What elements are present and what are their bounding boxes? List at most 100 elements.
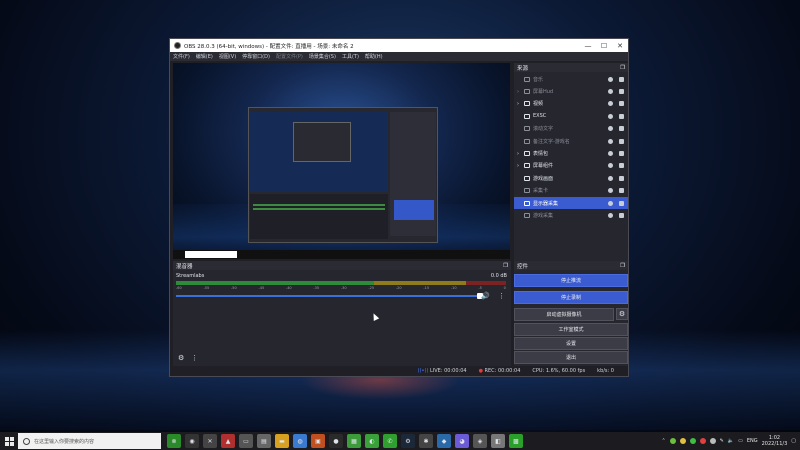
app-icon[interactable]: ▤: [257, 434, 271, 448]
minimize-button[interactable]: —: [580, 39, 596, 52]
pen-icon[interactable]: ✎: [720, 438, 724, 444]
folder-icon[interactable]: ▬: [275, 434, 289, 448]
source-item[interactable]: › 屏幕组件: [514, 160, 628, 172]
lock-icon[interactable]: [619, 200, 624, 206]
speaker-icon[interactable]: 🔊: [481, 292, 490, 300]
eye-icon[interactable]: [608, 101, 613, 107]
more-icon[interactable]: ⋮: [498, 292, 505, 300]
source-item[interactable]: › 屏幕Hud: [514, 85, 628, 97]
eye-icon[interactable]: [608, 126, 613, 132]
menu-view[interactable]: 视图(V): [219, 53, 236, 60]
menu-edit[interactable]: 编辑(E): [196, 53, 213, 60]
lock-icon[interactable]: [619, 126, 624, 132]
speaker-icon[interactable]: 🔈: [728, 438, 734, 444]
notification-icon[interactable]: ▢: [791, 438, 796, 444]
menu-scene-collection[interactable]: 场景集合(S): [309, 53, 336, 60]
lock-icon[interactable]: [619, 113, 624, 119]
lock-icon[interactable]: [619, 101, 624, 107]
source-item[interactable]: 备注文字-游戏名: [514, 135, 628, 147]
eye-icon[interactable]: [608, 188, 613, 194]
chevron-right-icon[interactable]: ›: [517, 151, 522, 157]
xbox-icon[interactable]: ⊗: [167, 434, 181, 448]
discord-icon[interactable]: ◕: [455, 434, 469, 448]
dock-float-icon[interactable]: ❐: [620, 263, 625, 269]
app-icon[interactable]: ◈: [473, 434, 487, 448]
clock[interactable]: 1:02 2022/11/3: [762, 435, 788, 447]
network-icon[interactable]: ▭: [738, 438, 743, 444]
menu-tools[interactable]: 工具(T): [342, 53, 359, 60]
language-indicator[interactable]: ENG: [747, 438, 758, 444]
source-item[interactable]: 滚动文字: [514, 123, 628, 135]
steam-icon[interactable]: ⚙: [401, 434, 415, 448]
app-icon[interactable]: ◐: [365, 434, 379, 448]
maximize-button[interactable]: ☐: [596, 39, 612, 52]
menu-file[interactable]: 文件(F): [173, 53, 190, 60]
menu-docks[interactable]: 停靠窗口(D): [242, 53, 270, 60]
app-icon[interactable]: ✱: [419, 434, 433, 448]
virtual-camera-settings-button[interactable]: ⚙: [616, 308, 628, 320]
stop-record-button[interactable]: 停止录制: [514, 291, 628, 304]
preview-canvas[interactable]: [173, 63, 510, 259]
eye-icon[interactable]: [608, 175, 613, 181]
app-icon[interactable]: ▲: [221, 434, 235, 448]
eye-icon[interactable]: [608, 138, 613, 144]
source-item[interactable]: 音乐: [514, 73, 628, 85]
source-item[interactable]: › 视频: [514, 98, 628, 110]
app-icon[interactable]: ▣: [311, 434, 325, 448]
mixer-menu-icon[interactable]: ⋮: [191, 354, 198, 362]
lock-icon[interactable]: [619, 151, 624, 157]
tray-app-icon[interactable]: [699, 438, 706, 444]
volume-slider[interactable]: [176, 293, 483, 299]
start-button[interactable]: [0, 432, 18, 450]
eye-icon[interactable]: [608, 151, 613, 157]
chrome-icon[interactable]: ◍: [293, 434, 307, 448]
app-icon[interactable]: ◧: [491, 434, 505, 448]
dock-float-icon[interactable]: ❐: [503, 263, 508, 269]
chevron-up-icon[interactable]: ⌃: [661, 438, 665, 444]
lock-icon[interactable]: [619, 76, 624, 82]
obs-active-icon[interactable]: ●: [329, 434, 343, 448]
app-icon[interactable]: ▩: [509, 434, 523, 448]
lock-icon[interactable]: [619, 89, 624, 95]
chevron-right-icon[interactable]: ›: [517, 163, 522, 169]
lock-icon[interactable]: [619, 175, 624, 181]
lock-icon[interactable]: [619, 212, 624, 218]
lock-icon[interactable]: [619, 188, 624, 194]
chevron-right-icon[interactable]: ›: [517, 89, 522, 95]
taskbar-search[interactable]: 在这里输入你要搜索的内容: [18, 433, 161, 449]
source-item[interactable]: 显示器采集: [514, 196, 628, 210]
settings-button[interactable]: 设置: [514, 337, 628, 350]
menu-profile[interactable]: 配置文件(P): [276, 53, 303, 60]
eye-icon[interactable]: [608, 212, 613, 218]
source-item[interactable]: 采集卡: [514, 185, 628, 197]
stop-stream-button[interactable]: 停止推流: [514, 274, 628, 287]
menu-help[interactable]: 帮助(H): [365, 53, 383, 60]
eye-icon[interactable]: [608, 89, 613, 95]
tray-app-icon[interactable]: [709, 438, 716, 444]
tray-app-icon[interactable]: [679, 438, 686, 444]
source-item[interactable]: › 表情包: [514, 147, 628, 159]
tray-app-icon[interactable]: [689, 438, 696, 444]
advanced-audio-icon[interactable]: ⚙: [178, 354, 184, 362]
source-item[interactable]: EXSC: [514, 110, 628, 122]
dock-float-icon[interactable]: ❐: [620, 65, 625, 71]
exit-button[interactable]: 退出: [514, 351, 628, 364]
app-icon[interactable]: ✕: [203, 434, 217, 448]
eye-icon[interactable]: [608, 113, 613, 119]
virtual-camera-button[interactable]: 启动虚拟摄像机: [514, 308, 614, 321]
lock-icon[interactable]: [619, 138, 624, 144]
eye-icon[interactable]: [608, 76, 613, 82]
source-item[interactable]: 游戏画面: [514, 172, 628, 184]
studio-mode-button[interactable]: 工作室模式: [514, 323, 628, 336]
wechat-icon[interactable]: ✆: [383, 434, 397, 448]
app-icon[interactable]: ◆: [437, 434, 451, 448]
tray-app-icon[interactable]: [669, 438, 676, 444]
lock-icon[interactable]: [619, 163, 624, 169]
eye-icon[interactable]: [608, 163, 613, 169]
close-button[interactable]: ✕: [612, 39, 628, 52]
source-item[interactable]: 游戏采集: [514, 209, 628, 221]
app-icon[interactable]: ▭: [239, 434, 253, 448]
chevron-right-icon[interactable]: ›: [517, 101, 522, 107]
eye-icon[interactable]: [608, 200, 613, 206]
obs-taskbar-icon[interactable]: ◉: [185, 434, 199, 448]
